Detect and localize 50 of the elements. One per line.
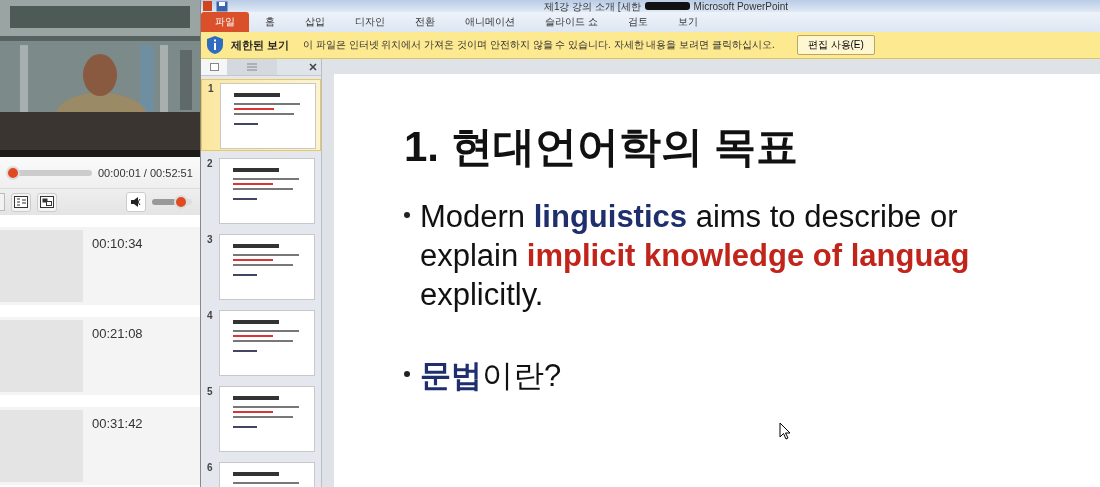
app-name: Microsoft PowerPoint — [693, 0, 789, 12]
slide-thumbnail-row[interactable]: 1 — [201, 79, 321, 151]
ribbon-tab[interactable]: 홈 — [251, 12, 289, 32]
ribbon-tab[interactable]: 삽입 — [291, 12, 339, 32]
app-icon — [203, 1, 212, 11]
ribbon-tab[interactable]: 검토 — [613, 12, 662, 32]
bullet-icon — [404, 371, 410, 377]
info-icon — [207, 36, 223, 54]
chapter-item[interactable]: 00:31:42 — [0, 407, 200, 485]
message-text: 이 파일은 인터넷 위치에서 가져온 것이며 안전하지 않을 수 있습니다. 자세한 내용을 보려면 클릭하십시오. — [303, 38, 775, 52]
slide-thumbnail-row[interactable]: 5 — [201, 383, 321, 455]
bullet-icon — [404, 212, 410, 218]
slides-tab[interactable] — [201, 59, 227, 75]
slide-thumbnail-row[interactable]: 2 — [201, 155, 321, 227]
slide-number: 2 — [207, 158, 214, 171]
slide-number: 3 — [207, 234, 214, 247]
slide-title: 1. 현대언어학의 목표 — [404, 122, 800, 172]
layout-icon[interactable] — [37, 192, 57, 212]
save-icon[interactable] — [216, 0, 228, 12]
slide-number: 1 — [208, 83, 215, 96]
window-title: 제1강 강의 소개 [세한 — [543, 0, 641, 12]
chapter-time: 00:31:42 — [92, 416, 143, 432]
speaker-icon[interactable] — [126, 192, 146, 212]
slide-thumbnail-row[interactable]: 6 — [201, 459, 321, 487]
bullet-text: Modern linguistics aims to describe or explain implicit knowledge of languag explicitly. — [420, 198, 970, 314]
chapter-item[interactable]: 00:10:34 — [0, 227, 200, 305]
message-heading: 제한된 보기 — [231, 37, 290, 53]
ribbon-tab[interactable]: 슬라이드 쇼 — [531, 12, 612, 32]
list-icon — [247, 63, 257, 71]
ribbon-tab[interactable]: 보기 — [663, 12, 712, 32]
chapter-time: 00:10:34 — [92, 236, 143, 252]
time-display: 00:00:01 / 00:52:51 — [98, 166, 193, 179]
slide-number: 6 — [207, 462, 214, 475]
redaction-bar — [644, 2, 690, 10]
slide-number: 5 — [207, 386, 214, 399]
slide-thumbnail-row[interactable]: 4 — [201, 307, 321, 379]
mouse-pointer-icon — [779, 422, 791, 440]
bullet-text: 문법 이란? — [420, 357, 562, 395]
chapter-item[interactable]: 00:21:08 — [0, 317, 200, 395]
slide-thumbnail-row[interactable]: 3 — [201, 231, 321, 303]
ribbon-tab[interactable]: 디자인 — [341, 12, 399, 32]
ribbon-tab[interactable]: 애니메이션 — [451, 12, 529, 32]
ribbon-tab[interactable]: 파일 — [201, 12, 249, 32]
ribbon-tab[interactable]: 전환 — [401, 12, 449, 32]
slide-number: 4 — [207, 310, 214, 323]
chapter-time: 00:21:08 — [92, 326, 143, 342]
slide-icon — [209, 63, 219, 71]
notes-icon[interactable] — [11, 192, 31, 212]
enable-editing-button[interactable]: 편집 사용(E) — [796, 35, 875, 55]
close-icon[interactable] — [309, 63, 317, 71]
